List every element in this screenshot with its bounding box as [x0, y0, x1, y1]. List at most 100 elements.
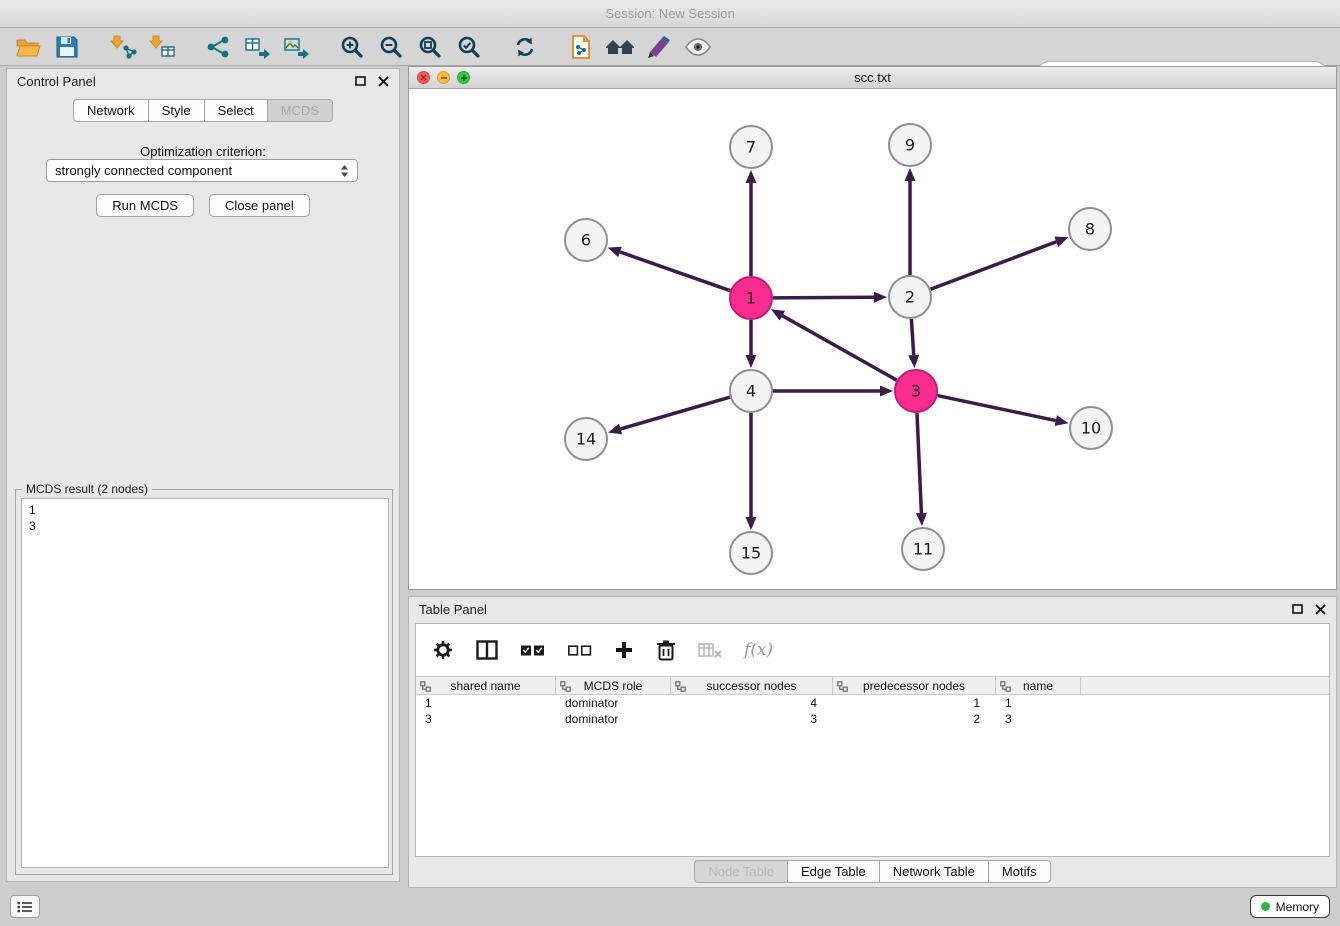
tab-select[interactable]: Select: [205, 99, 268, 122]
table-cell[interactable]: 3: [996, 712, 1081, 726]
column-tree-icon: [420, 681, 431, 692]
apply-style-button[interactable]: [643, 32, 675, 62]
export-network-button[interactable]: [241, 32, 273, 62]
function-builder-button[interactable]: f(x): [744, 640, 773, 660]
graph-edge-3-1[interactable]: [782, 316, 896, 381]
table-cell[interactable]: dominator: [556, 712, 671, 726]
zoom-fit-button[interactable]: [414, 32, 446, 62]
mcds-result-list[interactable]: 13: [21, 498, 389, 868]
tab-edge-table[interactable]: Edge Table: [788, 860, 880, 883]
table-cell[interactable]: 3: [416, 712, 556, 726]
table-cell[interactable]: 4: [671, 696, 833, 710]
column-header-mcds-role[interactable]: MCDS role: [556, 677, 671, 694]
column-header-predecessor-nodes[interactable]: predecessor nodes: [833, 677, 996, 694]
table-cell[interactable]: 1: [833, 696, 996, 710]
table-cell[interactable]: 1: [996, 696, 1081, 710]
tab-node-table[interactable]: Node Table: [694, 860, 788, 883]
toolbar-group: [12, 32, 83, 62]
graph-node-label: 14: [576, 430, 596, 449]
import-table-icon: [148, 35, 176, 59]
split-column-button[interactable]: [476, 640, 498, 660]
graph-edge-arrow: [916, 513, 927, 526]
tab-mcds[interactable]: MCDS: [268, 99, 333, 122]
delete-table-button[interactable]: [698, 641, 722, 659]
column-header-shared-name[interactable]: shared name: [416, 677, 556, 694]
window-title: Session: New Session: [605, 6, 734, 21]
column-header-label: shared name: [450, 679, 520, 693]
minimize-window-icon[interactable]: [437, 71, 450, 84]
table-cell[interactable]: 3: [671, 712, 833, 726]
graph-edge-1-6[interactable]: [620, 252, 730, 291]
graph-edge-2-8[interactable]: [931, 242, 1057, 290]
column-tree-icon: [1000, 681, 1011, 692]
run-mcds-button[interactable]: Run MCDS: [96, 194, 194, 217]
hidden-panels-button[interactable]: [10, 895, 40, 918]
table-cell[interactable]: 2: [833, 712, 996, 726]
tab-style[interactable]: Style: [149, 99, 205, 122]
toolbar-group: [565, 32, 714, 62]
graph-edge-2-3[interactable]: [911, 319, 913, 355]
import-table-button[interactable]: [146, 32, 178, 62]
save-session-button[interactable]: [51, 32, 83, 62]
column-header-name[interactable]: name: [996, 677, 1081, 694]
table-cell[interactable]: 1: [416, 696, 556, 710]
graph-edge-arrow: [874, 292, 887, 303]
deselect-all-button[interactable]: [567, 642, 592, 658]
new-network-button[interactable]: [202, 32, 234, 62]
graph-edge-4-14[interactable]: [621, 397, 730, 429]
select-all-button[interactable]: [520, 642, 545, 658]
tab-motifs[interactable]: Motifs: [989, 860, 1051, 883]
graph-edge-arrow: [608, 424, 622, 435]
ndex-home-button[interactable]: [604, 32, 636, 62]
maximize-window-icon[interactable]: [457, 71, 470, 84]
optimization-criterion-dropdown[interactable]: strongly connected component: [46, 159, 358, 182]
network-window-titlebar[interactable]: scc.txt: [409, 67, 1336, 89]
table-cell[interactable]: dominator: [556, 696, 671, 710]
graph-node-label: 4: [746, 382, 756, 401]
zoom-out-button[interactable]: [375, 32, 407, 62]
app-root: { "window": { "title": "Session: New Ses…: [0, 0, 1340, 926]
float-panel-icon[interactable]: [355, 76, 366, 86]
table-row[interactable]: 1dominator411: [416, 695, 1329, 711]
control-panel-title: Control Panel: [17, 74, 96, 89]
dropdown-selected-value: strongly connected component: [55, 163, 232, 178]
graph-edge-arrow: [1055, 415, 1069, 426]
show-graphics-details-button[interactable]: [682, 32, 714, 62]
close-panel-button[interactable]: Close panel: [209, 194, 310, 217]
toolbar-buttons: [12, 32, 738, 62]
column-header-successor-nodes[interactable]: successor nodes: [671, 677, 833, 694]
main-toolbar: [0, 28, 1340, 66]
zoom-selected-button[interactable]: [453, 32, 485, 62]
tab-network-table[interactable]: Network Table: [880, 860, 989, 883]
graph-edge-1-2[interactable]: [773, 297, 874, 298]
float-table-panel-icon[interactable]: [1292, 604, 1303, 614]
add-row-button[interactable]: [614, 640, 634, 660]
control-panel: Control Panel NetworkStyleSelectMCDS Opt…: [6, 68, 400, 882]
graph-edge-3-11[interactable]: [917, 413, 921, 513]
table-panel: Table Panel f(x) shared nameMCDS rolesuc…: [408, 596, 1337, 888]
zoom-fit-icon: [418, 35, 442, 59]
open-file-button[interactable]: [12, 32, 44, 62]
delete-row-icon: [656, 639, 676, 661]
column-header-label: successor nodes: [706, 679, 796, 693]
close-table-panel-icon[interactable]: [1315, 604, 1326, 615]
import-network-button[interactable]: [107, 32, 139, 62]
delete-row-button[interactable]: [656, 639, 676, 661]
gear-button[interactable]: [432, 639, 454, 661]
graph-canvas[interactable]: 7968124314101511: [409, 89, 1336, 589]
network-document-button[interactable]: [565, 32, 597, 62]
memory-button[interactable]: Memory: [1250, 895, 1330, 918]
export-image-icon: [283, 35, 310, 59]
table-row[interactable]: 3dominator323: [416, 711, 1329, 727]
zoom-in-button[interactable]: [336, 32, 368, 62]
graph-node-label: 15: [741, 544, 761, 563]
export-image-button[interactable]: [280, 32, 312, 62]
graph-edge-3-10[interactable]: [938, 396, 1056, 421]
close-panel-icon[interactable]: [378, 76, 389, 87]
column-header-label: MCDS role: [584, 679, 643, 693]
split-column-icon: [476, 640, 498, 660]
close-window-icon[interactable]: [417, 71, 430, 84]
refresh-layout-button[interactable]: [509, 32, 541, 62]
tab-network[interactable]: Network: [73, 99, 149, 122]
memory-label: Memory: [1276, 900, 1319, 914]
